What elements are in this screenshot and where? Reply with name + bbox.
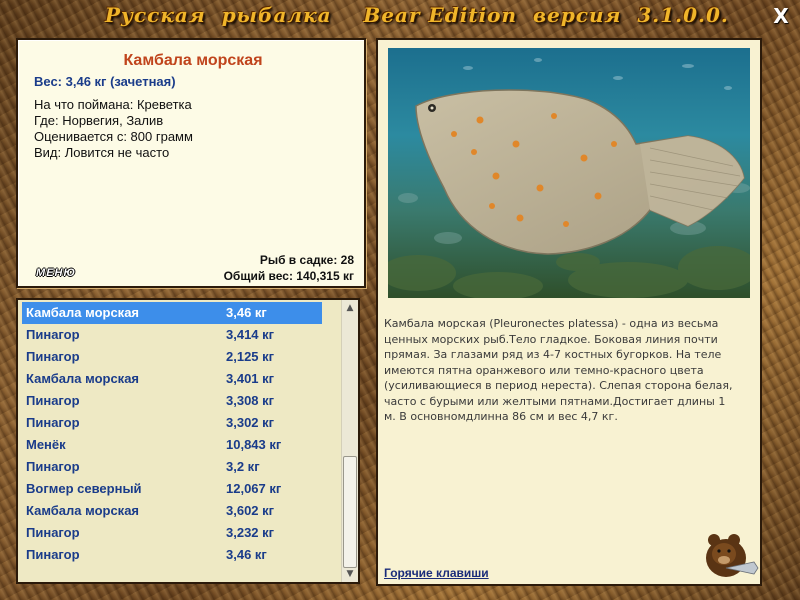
list-item-fish-name: Пинагор xyxy=(26,393,80,408)
close-icon[interactable]: X xyxy=(768,4,794,28)
location-detail: Где: Норвегия, Залив xyxy=(34,113,164,128)
list-item[interactable]: Пинагор 3,414 кг xyxy=(22,324,322,346)
list-item[interactable]: Пинагор 3,46 кг xyxy=(22,544,322,566)
bear-with-fish-logo xyxy=(706,534,759,577)
list-item-weight: 3,2 кг xyxy=(226,459,260,474)
list-item[interactable]: Пинагор 3,2 кг xyxy=(22,456,322,478)
list-item-weight: 12,067 кг xyxy=(226,481,282,496)
list-item[interactable]: Камбала морская 3,401 кг xyxy=(22,368,322,390)
list-item-weight: 3,401 кг xyxy=(226,371,275,386)
list-item-fish-name: Камбала морская xyxy=(26,503,140,518)
list-item-fish-name: Пинагор xyxy=(26,349,80,364)
catch-info-panel: Камбала морская Вес: 3,46 кг (зачетная) … xyxy=(16,38,366,288)
fish-name-heading: Камбала морская xyxy=(123,52,263,69)
total-weight: Общий вес: 140,315 кг xyxy=(223,269,354,283)
list-item[interactable]: Пинагор 2,125 кг xyxy=(22,346,322,368)
fish-photo xyxy=(388,48,750,298)
list-item-weight: 3,46 кг xyxy=(226,547,267,562)
list-item-fish-name: Пинагор xyxy=(26,525,80,540)
list-item-fish-name: Пинагор xyxy=(26,547,80,562)
scroll-down-icon[interactable]: ▼ xyxy=(342,566,358,582)
menu-button[interactable]: МЕНЮ xyxy=(28,266,84,280)
list-item[interactable]: Менёк 10,843 кг xyxy=(22,434,322,456)
list-item-weight: 3,308 кг xyxy=(226,393,275,408)
fish-weight: Вес: 3,46 кг (зачетная) xyxy=(34,74,176,89)
window-title: Русская рыбалка Bear Edition версия 3.1.… xyxy=(105,3,729,27)
list-item-weight: 3,46 кг xyxy=(226,305,267,320)
rarity-detail: Вид: Ловится не часто xyxy=(34,145,170,160)
list-item-fish-name: Камбала морская xyxy=(26,305,140,320)
list-item-weight: 10,843 кг xyxy=(226,437,282,452)
list-item[interactable]: Камбала морская 3,602 кг xyxy=(22,500,322,522)
list-item-fish-name: Пинагор xyxy=(26,415,80,430)
list-item-fish-name: Пинагор xyxy=(26,459,80,474)
scroll-up-icon[interactable]: ▲ xyxy=(342,300,358,316)
list-item-weight: 2,125 кг xyxy=(226,349,275,364)
bait-detail: На что поймана: Креветка xyxy=(34,97,192,112)
list-item-weight: 3,232 кг xyxy=(226,525,275,540)
list-item-fish-name: Камбала морская xyxy=(26,371,140,386)
fish-count: Рыб в садке: 28 xyxy=(259,253,354,267)
list-item[interactable]: Пинагор 3,232 кг xyxy=(22,522,322,544)
scrollbar-thumb[interactable] xyxy=(343,456,357,568)
list-item-fish-name: Пинагор xyxy=(26,327,80,342)
min-weight-detail: Оценивается с: 800 грамм xyxy=(34,129,193,144)
list-item-fish-name: Вогмер северный xyxy=(26,481,142,496)
fish-card-panel: Камбала морская (Pleuronectes platessa) … xyxy=(376,38,762,586)
list-item[interactable]: Пинагор 3,308 кг xyxy=(22,390,322,412)
list-scrollbar[interactable]: ▲ ▼ xyxy=(341,300,358,582)
catch-list[interactable]: Камбала морская 3,46 кг Пинагор 3,414 кг Пин… xyxy=(16,298,360,584)
list-item[interactable]: Пинагор 3,302 кг xyxy=(22,412,322,434)
list-item-weight: 3,602 кг xyxy=(226,503,275,518)
hotkeys-link[interactable]: Горячие клавиши xyxy=(384,566,489,580)
list-item-weight: 3,414 кг xyxy=(226,327,275,342)
list-item[interactable]: Вогмер северный 12,067 кг xyxy=(22,478,322,500)
fish-description: Камбала морская (Pleuronectes platessa) … xyxy=(384,317,733,423)
title-bar: Русская рыбалка Bear Edition версия 3.1.… xyxy=(0,0,800,34)
catch-details: На что поймана: Креветка Где: Норвегия, … xyxy=(34,97,193,161)
list-item[interactable]: Камбала морская 3,46 кг xyxy=(22,302,322,324)
cage-stats: Рыб в садке: 28 Общий вес: 140,315 кг xyxy=(224,252,354,284)
list-item-weight: 3,302 кг xyxy=(226,415,275,430)
list-item-fish-name: Менёк xyxy=(26,437,66,452)
